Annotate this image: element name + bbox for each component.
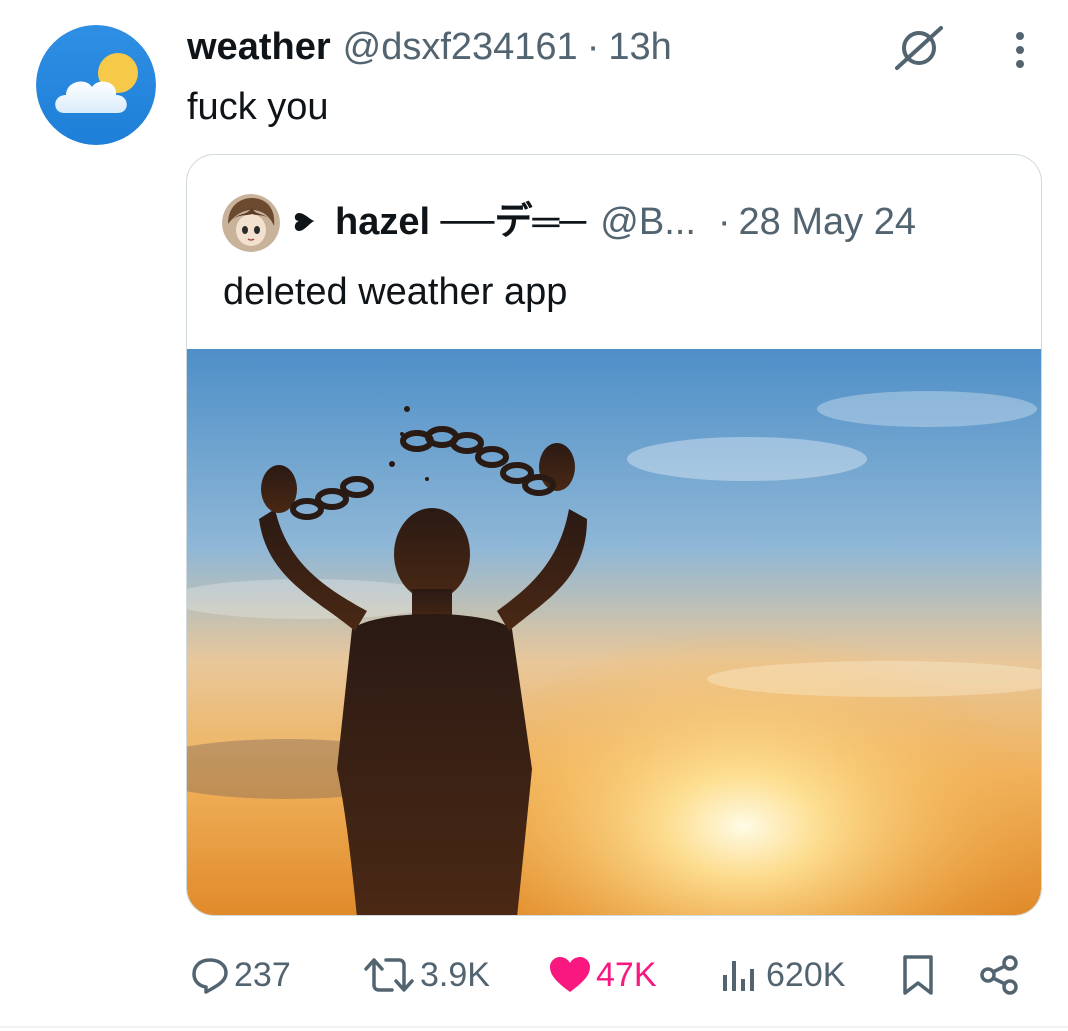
bookmark-icon — [903, 955, 933, 995]
quoted-tweet-image[interactable] — [187, 349, 1042, 916]
views-chart-icon — [723, 961, 754, 991]
more-options-icon[interactable] — [1008, 28, 1032, 72]
quoted-tweet-timestamp[interactable]: 28 May 24 — [739, 197, 916, 247]
reply-button[interactable]: 237 — [190, 940, 291, 1010]
quoted-tweet-header: hazel ──デ═─ @B... · 28 May 24 — [291, 197, 916, 247]
quoted-tweet-text: deleted weather app — [223, 271, 568, 313]
sun-behind-cloud-icon — [36, 25, 156, 145]
views-button[interactable]: 620K — [718, 940, 845, 1010]
reply-icon — [192, 958, 228, 994]
share-button[interactable] — [976, 940, 1026, 1010]
quoted-author-avatar[interactable] — [222, 194, 280, 252]
quoted-tweet-card[interactable]: hazel ──デ═─ @B... · 28 May 24 deleted we… — [186, 154, 1042, 916]
tweet-actions-bar: 237 3.9K 47K 620K — [0, 940, 1068, 1010]
heart-icon — [550, 957, 590, 992]
author-display-name[interactable]: weather — [187, 22, 331, 72]
author-handle[interactable]: @dsxf234161 — [343, 22, 578, 72]
like-button[interactable]: 47K — [548, 940, 657, 1010]
separator-dot: · — [586, 26, 600, 68]
anime-character-avatar-icon — [222, 194, 280, 252]
tweet-timestamp[interactable]: 13h — [608, 22, 671, 72]
repost-count: 3.9K — [420, 955, 490, 994]
like-count: 47K — [596, 955, 657, 994]
view-count: 620K — [766, 955, 846, 994]
grok-icon[interactable] — [891, 24, 947, 72]
black-heart-suit-icon — [294, 213, 315, 231]
tweet-header: weather @dsxf234161 · 13h — [187, 22, 672, 72]
quoted-author-handle[interactable]: @B... — [600, 197, 696, 247]
divider — [0, 1026, 1068, 1028]
repost-icon — [364, 958, 414, 992]
separator-dot: · — [717, 201, 731, 243]
bookmark-button[interactable] — [898, 940, 942, 1010]
repost-button[interactable]: 3.9K — [362, 940, 490, 1010]
author-avatar[interactable] — [36, 25, 156, 145]
share-icon — [980, 955, 1018, 995]
reply-count: 237 — [234, 955, 291, 994]
tweet-text: fuck you — [187, 86, 329, 128]
quoted-author-display-name[interactable]: hazel ──デ═─ — [335, 197, 586, 247]
